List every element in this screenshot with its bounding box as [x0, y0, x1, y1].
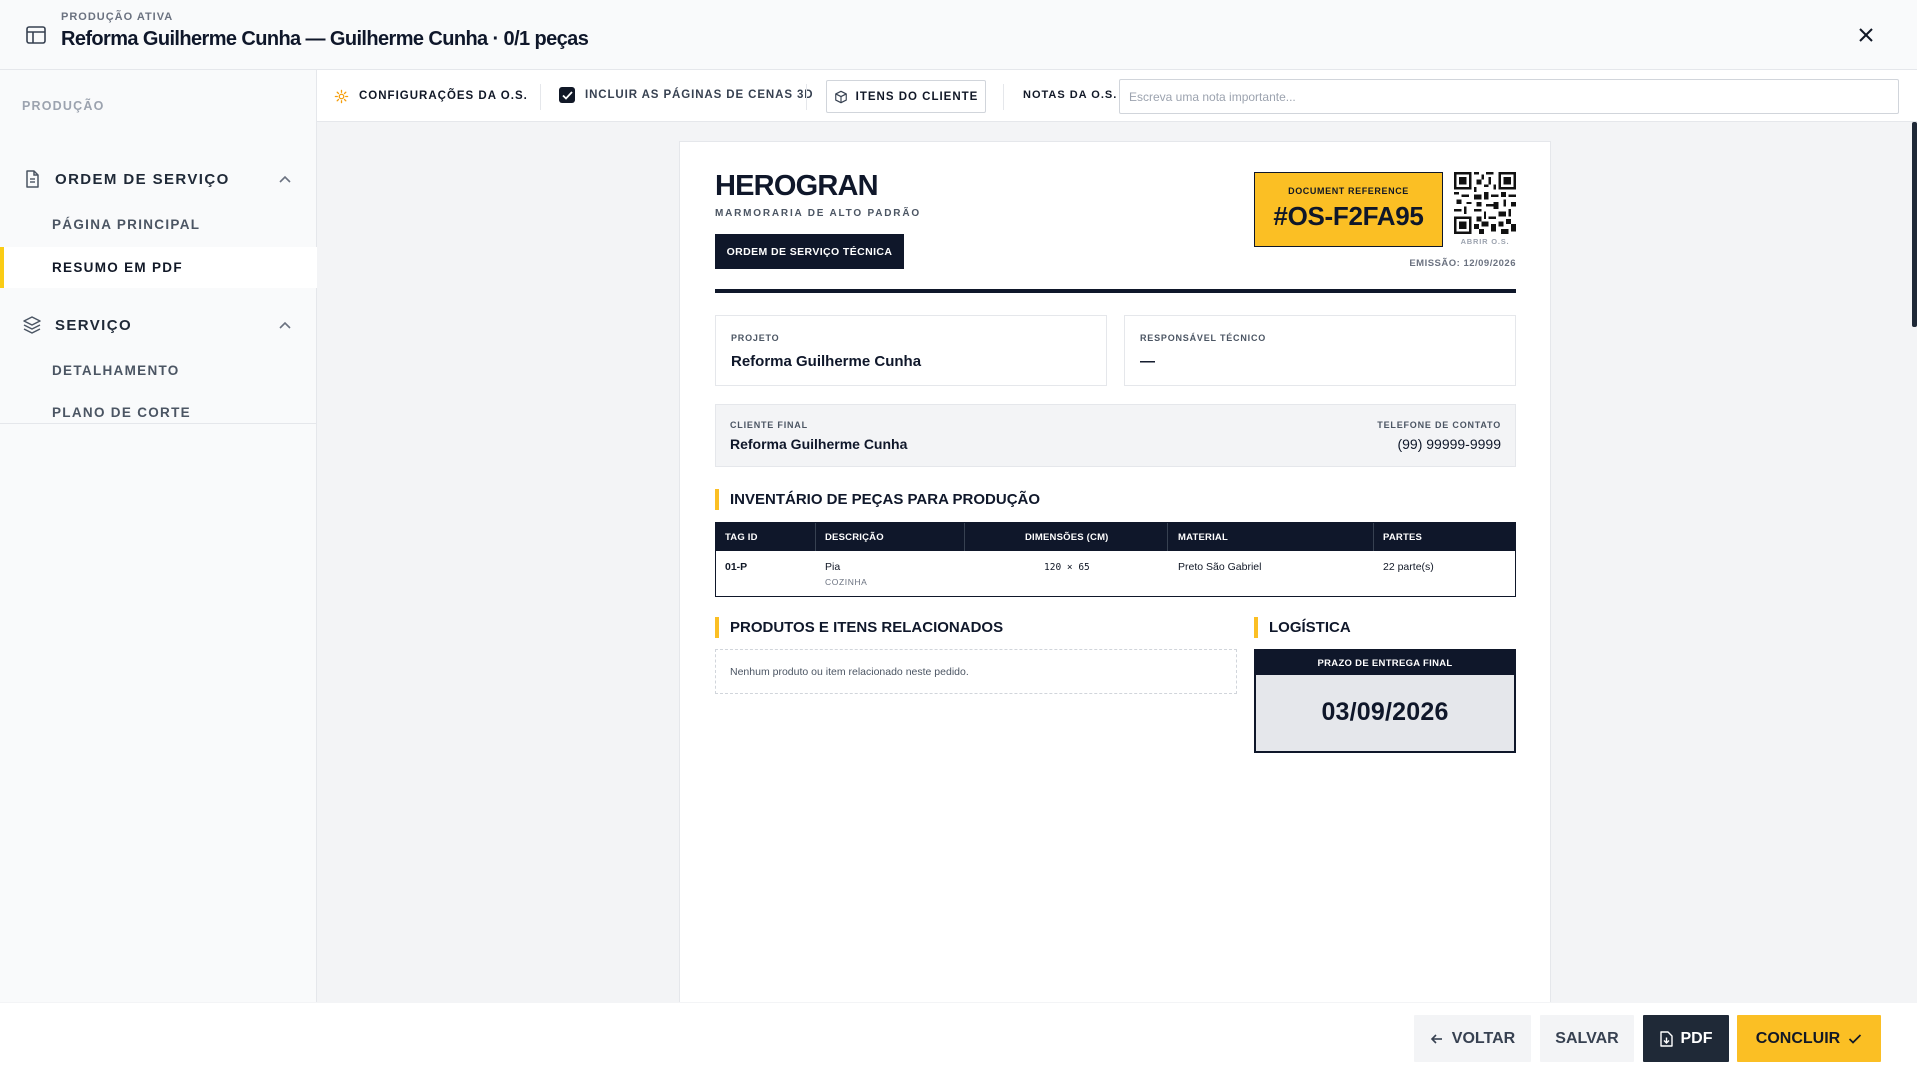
footer-actions: VOLTAR SALVAR PDF CONCLUIR	[0, 1002, 1917, 1079]
arrow-left-icon	[1430, 1033, 1442, 1044]
client-value: Reforma Guilherme Cunha	[730, 436, 908, 452]
reference-value: #OS-F2FA95	[1273, 201, 1424, 231]
sidebar-item-label: PLANO DE CORTE	[52, 405, 191, 420]
check-icon	[1849, 1033, 1862, 1044]
project-card: PROJETO Reforma Guilherme Cunha	[715, 315, 1107, 386]
emission-date: EMISSÃO: 12/09/2026	[1409, 258, 1516, 269]
client-items-button[interactable]: ITENS DO CLIENTE	[826, 80, 986, 113]
qr-code-icon[interactable]	[1454, 172, 1516, 234]
layers-icon	[23, 316, 41, 334]
chevron-up-icon[interactable]	[278, 173, 292, 185]
sidebar-group-servico[interactable]: SERVIÇO	[0, 305, 317, 345]
top-bar: PRODUÇÃO ATIVA Reforma Guilherme Cunha —…	[0, 0, 1917, 70]
page-title: Reforma Guilherme Cunha — Guilherme Cunh…	[61, 28, 589, 50]
panel-layout-icon	[26, 26, 46, 44]
phone-label: TELEFONE DE CONTATO	[1377, 420, 1501, 430]
client-items-label: ITENS DO CLIENTE	[855, 90, 979, 103]
include-3d-checkbox[interactable]: INCLUIR AS PÁGINAS DE CENAS 3D	[559, 87, 814, 103]
header-eyebrow: PRODUÇÃO ATIVA	[61, 11, 174, 23]
logistics-title: LOGÍSTICA	[1254, 617, 1351, 638]
phone-value: (99) 99999-9999	[1397, 436, 1501, 452]
save-label: SALVAR	[1555, 1029, 1619, 1047]
table-header-cell: MATERIAL	[1178, 532, 1228, 543]
sidebar-divider	[0, 423, 317, 424]
cell-parts: 22 parte(s)	[1383, 561, 1434, 573]
cell-dimensions: 120 × 65	[1044, 562, 1090, 573]
products-title: PRODUTOS E ITENS RELACIONADOS	[715, 617, 1003, 638]
sidebar-group-label: SERVIÇO	[55, 317, 133, 334]
pdf-label: PDF	[1680, 1029, 1713, 1047]
notes-label: NOTAS DA O.S.	[1023, 89, 1118, 101]
complete-button[interactable]: CONCLUIR	[1737, 1015, 1881, 1062]
client-label: CLIENTE FINAL	[730, 420, 808, 430]
notes-input[interactable]	[1119, 79, 1899, 114]
products-empty-state: Nenhum produto ou item relacionado neste…	[715, 649, 1237, 694]
sidebar-section-label: PRODUÇÃO	[22, 99, 105, 113]
table-header-cell: DESCRIÇÃO	[825, 532, 884, 543]
qr-label: ABRIR O.S.	[1460, 237, 1510, 246]
save-button[interactable]: SALVAR	[1540, 1015, 1634, 1062]
complete-label: CONCLUIR	[1755, 1029, 1841, 1047]
back-label: VOLTAR	[1451, 1029, 1516, 1047]
delivery-date: 03/09/2026	[1321, 698, 1449, 726]
toolbar-divider	[806, 84, 807, 110]
sidebar-item-detalhamento[interactable]: DETALHAMENTO	[0, 350, 317, 391]
cell-tag: 01-P	[725, 561, 748, 573]
table-divider	[1167, 523, 1168, 551]
brand-name: HEROGRAN	[715, 170, 879, 202]
inventory-table: TAG ID DESCRIÇÃO DIMENSÕES (CM) MATERIAL…	[715, 522, 1516, 597]
technician-value: —	[1140, 353, 1155, 370]
header-rule	[715, 289, 1516, 293]
cell-room: COZINHA	[825, 577, 868, 587]
table-header-cell: TAG ID	[725, 532, 758, 543]
inventory-title: INVENTÁRIO DE PEÇAS PARA PRODUÇÃO	[715, 489, 1040, 510]
project-label: PROJETO	[731, 333, 780, 343]
box-icon	[834, 90, 847, 103]
gear-icon	[334, 89, 349, 103]
back-button[interactable]: VOLTAR	[1414, 1015, 1531, 1062]
sidebar-item-label: DETALHAMENTO	[52, 363, 180, 378]
table-divider	[815, 523, 816, 551]
technician-label: RESPONSÁVEL TÉCNICO	[1140, 333, 1267, 343]
checkbox-checked-icon[interactable]	[559, 87, 575, 103]
doc-type-badge: ORDEM DE SERVIÇO TÉCNICA	[715, 234, 904, 269]
table-header-cell: PARTES	[1383, 532, 1423, 543]
close-icon[interactable]	[1855, 24, 1877, 46]
reference-label: DOCUMENT REFERENCE	[1288, 186, 1409, 196]
products-empty-text: Nenhum produto ou item relacionado neste…	[730, 666, 969, 678]
scrollbar[interactable]	[1912, 122, 1917, 327]
config-button[interactable]: CONFIGURAÇÕES DA O.S.	[334, 87, 528, 105]
document-icon	[26, 170, 39, 188]
project-value: Reforma Guilherme Cunha	[731, 353, 922, 370]
file-download-icon	[1659, 1030, 1673, 1047]
sidebar-group-label: ORDEM DE SERVIÇO	[55, 171, 230, 188]
sidebar-group-ordem-de-servico[interactable]: ORDEM DE SERVIÇO	[0, 159, 317, 199]
reference-box: DOCUMENT REFERENCE #OS-F2FA95	[1254, 172, 1443, 247]
technician-card: RESPONSÁVEL TÉCNICO —	[1124, 315, 1516, 386]
cell-description: Pia	[825, 561, 841, 573]
sidebar-item-plano-de-corte[interactable]: PLANO DE CORTE	[0, 392, 317, 433]
include-3d-label: INCLUIR AS PÁGINAS DE CENAS 3D	[585, 89, 814, 101]
table-divider	[1373, 523, 1374, 551]
brand-subtitle: MARMORARIA DE ALTO PADRÃO	[715, 208, 921, 219]
sidebar-item-label: PÁGINA PRINCIPAL	[52, 217, 201, 232]
table-divider	[964, 523, 965, 551]
sidebar-item-resumo-em-pdf[interactable]: RESUMO EM PDF	[0, 247, 317, 288]
cell-material: Preto São Gabriel	[1178, 561, 1262, 573]
client-band: CLIENTE FINAL Reforma Guilherme Cunha TE…	[715, 404, 1516, 467]
toolbar-divider	[1003, 84, 1004, 110]
delivery-box: PRAZO DE ENTREGA FINAL 03/09/2026	[1254, 649, 1516, 753]
sidebar-item-label: RESUMO EM PDF	[52, 260, 183, 275]
pdf-button[interactable]: PDF	[1643, 1015, 1729, 1062]
table-header-cell: DIMENSÕES (CM)	[1025, 532, 1109, 543]
chevron-up-icon[interactable]	[278, 319, 292, 331]
toolbar-divider	[540, 84, 541, 110]
delivery-label: PRAZO DE ENTREGA FINAL	[1256, 651, 1514, 675]
table-header: TAG ID DESCRIÇÃO DIMENSÕES (CM) MATERIAL…	[716, 523, 1515, 551]
config-label: CONFIGURAÇÕES DA O.S.	[359, 90, 528, 102]
sidebar-item-pagina-principal[interactable]: PÁGINA PRINCIPAL	[0, 204, 317, 245]
sidebar: PRODUÇÃO ORDEM DE SERVIÇO PÁGINA PRINCIP…	[0, 70, 317, 1002]
toolbar: CONFIGURAÇÕES DA O.S. INCLUIR AS PÁGINAS…	[317, 70, 1917, 122]
pdf-preview-page: HEROGRAN MARMORARIA DE ALTO PADRÃO ORDEM…	[679, 141, 1551, 1011]
